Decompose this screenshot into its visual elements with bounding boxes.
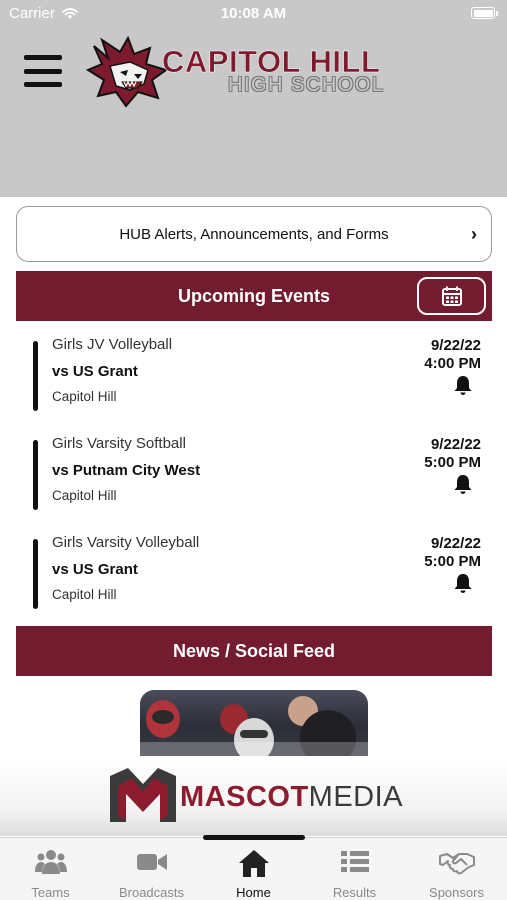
- event-date: 9/22/22: [430, 436, 481, 453]
- school-logo: CAPITOL HILL HIGH SCHOOL: [86, 36, 386, 112]
- hamburger-menu-button[interactable]: [24, 55, 62, 87]
- hub-alerts-button[interactable]: HUB Alerts, Announcements, and Forms ›: [16, 206, 492, 262]
- tab-results-label: Results: [332, 885, 377, 900]
- tab-sponsors[interactable]: Sponsors: [406, 838, 507, 900]
- status-time: 10:08 AM: [220, 5, 287, 22]
- news-post-image[interactable]: [140, 690, 368, 760]
- tab-sponsors-label: Sponsors: [429, 885, 484, 900]
- home-icon: [238, 850, 269, 877]
- event-location: Capitol Hill: [52, 587, 117, 602]
- event-location: Capitol Hill: [52, 488, 117, 503]
- event-team: Girls JV Volleyball: [52, 336, 173, 353]
- calendar-icon: [441, 286, 462, 306]
- battery-icon: [471, 7, 498, 19]
- news-feed-title: News / Social Feed: [172, 640, 336, 661]
- news-feed-header: News / Social Feed: [16, 626, 492, 676]
- home-indicator: [203, 835, 305, 840]
- tab-broadcasts[interactable]: Broadcasts: [101, 838, 202, 900]
- tab-teams-label: Teams: [31, 885, 70, 900]
- hub-alerts-label: HUB Alerts, Announcements, and Forms: [119, 225, 389, 243]
- sponsor-banner[interactable]: MASCOTMEDIA: [0, 756, 507, 836]
- video-camera-icon: [136, 854, 167, 870]
- app-header: Carrier 10:08 AM CAPITOL HILL HIGH SCHOO…: [0, 0, 507, 197]
- list-icon: [340, 851, 369, 872]
- event-opponent: vs Putnam City West: [52, 462, 201, 479]
- handshake-icon: [438, 853, 475, 875]
- event-location: Capitol Hill: [52, 389, 117, 404]
- event-stripe: [33, 539, 38, 609]
- event-team: Girls Varsity Volleyball: [52, 534, 200, 551]
- event-item[interactable]: Girls Varsity Volleyball vs US Grant Cap…: [16, 534, 492, 614]
- bell-icon[interactable]: [452, 473, 474, 495]
- chevron-right-icon: ›: [471, 224, 477, 244]
- event-item[interactable]: Girls JV Volleyball vs US Grant Capitol …: [16, 336, 492, 416]
- event-time: 5:00 PM: [424, 553, 481, 570]
- tab-bar: Teams Broadcasts Home Results Sponsors: [0, 837, 507, 900]
- event-stripe: [33, 341, 38, 411]
- upcoming-events-header: Upcoming Events: [16, 271, 492, 321]
- tab-results[interactable]: Results: [304, 838, 405, 900]
- event-opponent: vs US Grant: [52, 363, 138, 380]
- event-opponent: vs US Grant: [52, 561, 138, 578]
- sponsor-name: MASCOTMEDIA: [180, 781, 403, 814]
- event-time: 4:00 PM: [424, 355, 481, 372]
- sponsor-name-part1: MASCOT: [180, 781, 309, 813]
- tab-teams[interactable]: Teams: [0, 838, 101, 900]
- tab-home-label: Home: [236, 885, 271, 900]
- sponsor-name-part2: MEDIA: [308, 781, 404, 813]
- calendar-button[interactable]: [417, 277, 486, 315]
- wolf-mascot-icon: [86, 36, 169, 108]
- status-bar: Carrier 10:08 AM: [0, 0, 507, 28]
- event-stripe: [33, 440, 38, 510]
- mascot-media-logo: [110, 768, 176, 822]
- teams-icon: [34, 850, 67, 874]
- school-subtitle: HIGH SCHOOL: [228, 74, 385, 96]
- event-item[interactable]: Girls Varsity Softball vs Putnam City We…: [16, 435, 492, 515]
- event-date: 9/22/22: [430, 535, 481, 552]
- bell-icon[interactable]: [452, 572, 474, 594]
- bell-icon[interactable]: [452, 374, 474, 396]
- event-date: 9/22/22: [430, 337, 481, 354]
- tab-home[interactable]: Home: [203, 838, 304, 900]
- upcoming-events-title: Upcoming Events: [177, 285, 331, 306]
- event-time: 5:00 PM: [424, 454, 481, 471]
- tab-broadcasts-label: Broadcasts: [118, 885, 185, 900]
- event-team: Girls Varsity Softball: [52, 435, 186, 452]
